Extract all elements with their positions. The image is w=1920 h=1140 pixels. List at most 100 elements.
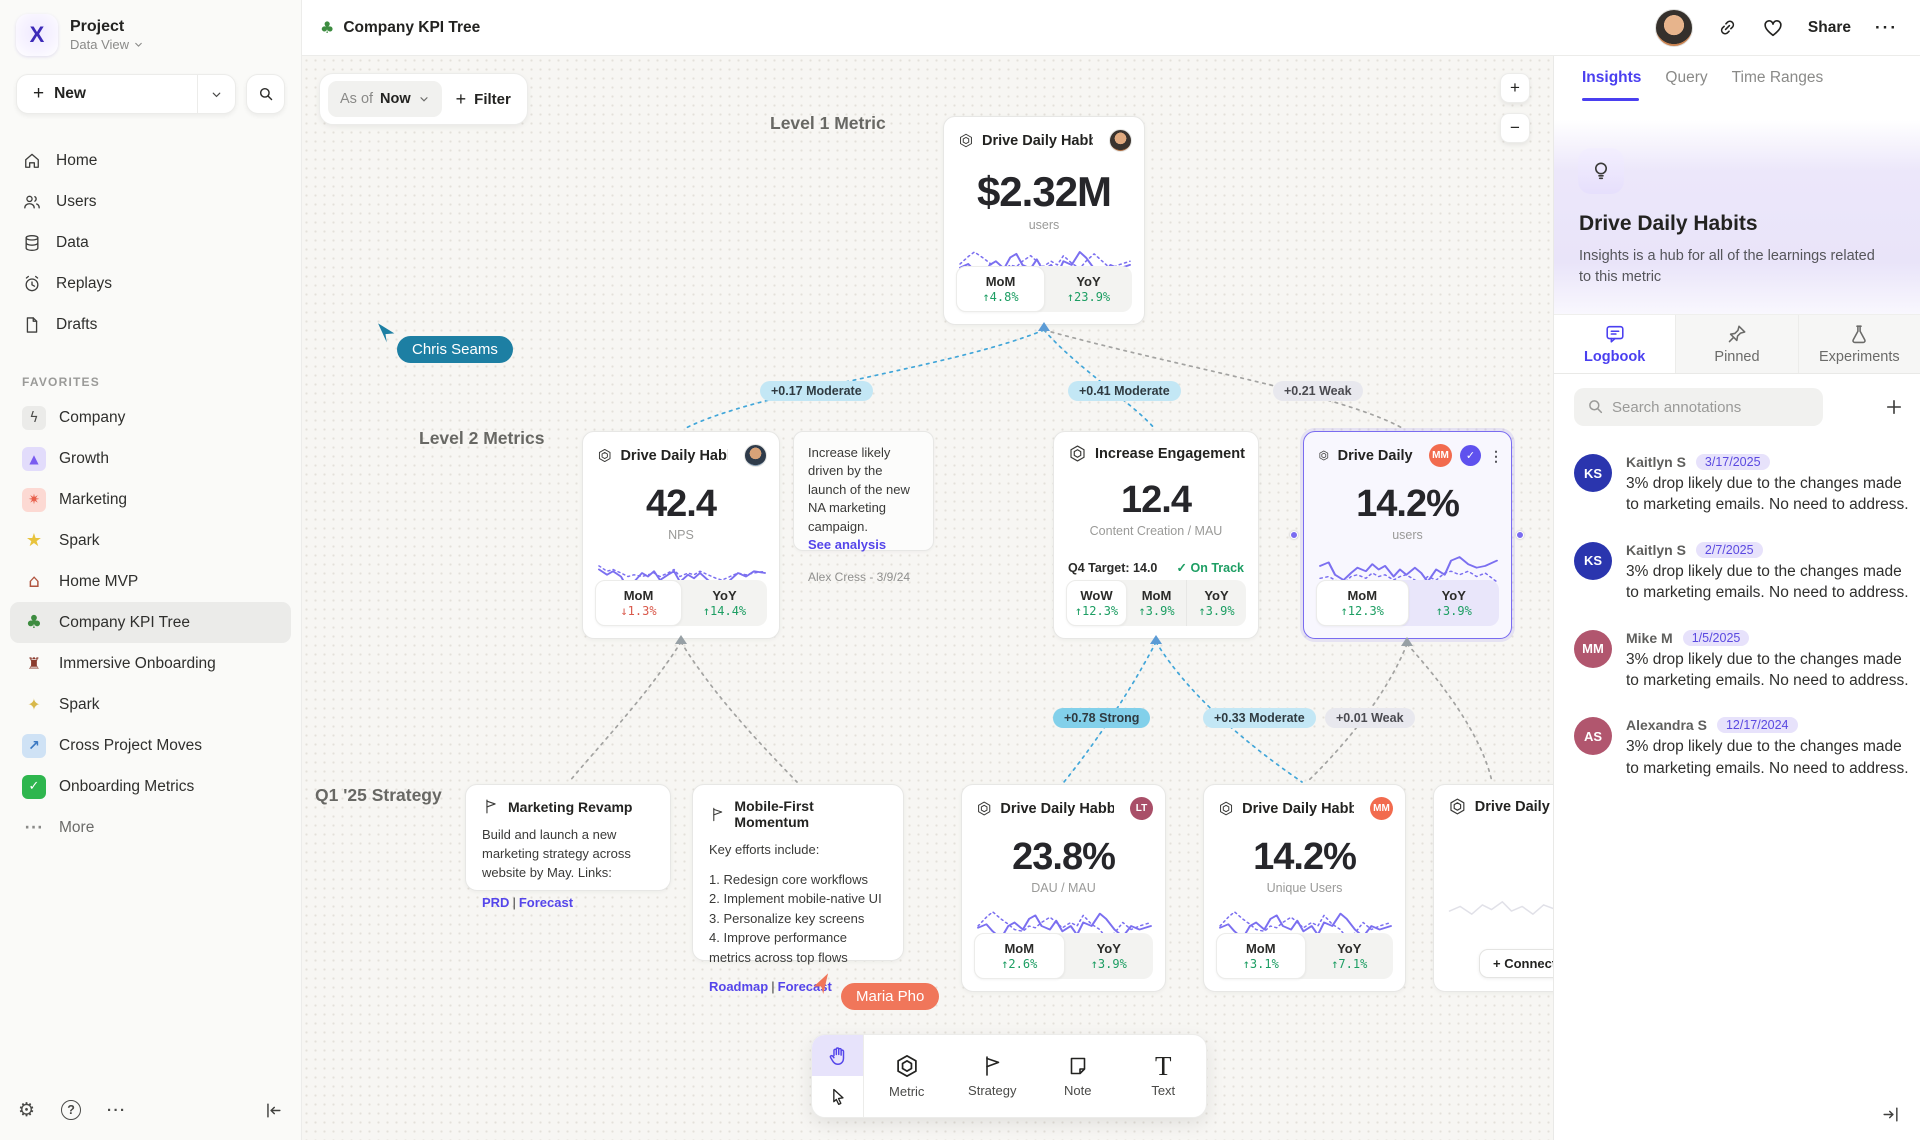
sidebar-item-users[interactable]: Users — [10, 181, 291, 222]
settings-gear-icon[interactable]: ⚙ — [18, 1099, 35, 1121]
metric-card-selected[interactable]: Drive Daily Habb.. MM ✓ ⋮ 14.2% users — [1303, 431, 1512, 639]
yoy-delta[interactable]: YoY ↑14.4% — [682, 580, 767, 626]
as-of-dropdown[interactable]: As of Now — [328, 81, 442, 117]
more-options-icon[interactable]: ··· — [1875, 18, 1898, 38]
sidebar-item-company-kpi-tree[interactable]: ♣ Company KPI Tree — [10, 602, 291, 643]
subtab-logbook[interactable]: Logbook — [1554, 315, 1675, 373]
mom-delta[interactable]: MoM ↑2.6% — [974, 933, 1065, 979]
panel-description: Insights is a hub for all of the learnin… — [1579, 246, 1879, 288]
metric-card-nps[interactable]: Drive Daily Habbits 42.4 NPS MoM ↓1.3% — [582, 431, 780, 639]
metric-card-dau[interactable]: Drive Daily Habbits LT 23.8% DAU / MAU M… — [961, 784, 1166, 992]
prd-link[interactable]: PRD — [482, 895, 509, 910]
yoy-delta[interactable]: YoY ↑23.9% — [1045, 266, 1132, 312]
see-analysis-link[interactable]: See analysis — [808, 536, 919, 554]
sidebar-item-home-mvp[interactable]: ⌂ Home MVP — [10, 561, 291, 602]
subtab-experiments[interactable]: Experiments — [1798, 315, 1920, 373]
collapse-sidebar-icon[interactable] — [264, 1101, 283, 1120]
mom-delta[interactable]: MoM ↑4.8% — [956, 266, 1045, 312]
rocket-icon: ▲ — [22, 447, 46, 471]
yoy-delta[interactable]: YoY ↑3.9% — [1065, 933, 1154, 979]
tab-time-ranges[interactable]: Time Ranges — [1732, 69, 1824, 101]
metric-unit: Content Creation / MAU — [1054, 524, 1258, 538]
sidebar-item-growth[interactable]: ▲ Growth — [10, 438, 291, 479]
owner-avatar[interactable] — [744, 444, 767, 467]
tab-query[interactable]: Query — [1665, 69, 1707, 101]
card-menu-icon[interactable]: ⋮ — [1489, 453, 1499, 459]
sidebar-item-replays[interactable]: Replays — [10, 263, 291, 304]
metric-tool-button[interactable]: Metric — [864, 1035, 950, 1117]
annotation-item[interactable]: KS Kaitlyn S 2/7/2025 3% drop likely due… — [1574, 542, 1906, 604]
yoy-delta[interactable]: YoY ↑7.1% — [1306, 933, 1394, 979]
sidebar-item-data[interactable]: Data — [10, 222, 291, 263]
kpi-tree-canvas[interactable]: As of Now + Filter + − Level 1 Metric Le… — [302, 56, 1553, 1140]
yoy-delta[interactable]: YoY ↑3.9% — [1409, 580, 1500, 626]
strategy-card-marketing-revamp[interactable]: Marketing Revamp Build and launch a new … — [465, 784, 671, 891]
strategy-flag-icon — [482, 798, 499, 815]
mom-delta[interactable]: MoM ↓1.3% — [595, 580, 682, 626]
add-annotation-icon[interactable] — [1884, 397, 1904, 417]
roadmap-link[interactable]: Roadmap — [709, 979, 768, 994]
connect-button[interactable]: + Connect — [1479, 949, 1553, 978]
strategy-card-mobile-first[interactable]: Mobile-First Momentum Key efforts includ… — [692, 784, 904, 961]
tab-insights[interactable]: Insights — [1582, 69, 1641, 101]
sidebar-item-drafts[interactable]: Drafts — [10, 304, 291, 345]
collaborator-cursor-label: Maria Pho — [841, 983, 939, 1010]
share-button[interactable]: Share — [1808, 19, 1851, 37]
zoom-in-button[interactable]: + — [1500, 73, 1530, 103]
metric-value: 12.4 — [1054, 479, 1258, 522]
user-avatar[interactable] — [1655, 9, 1693, 47]
selection-handle[interactable] — [1516, 531, 1524, 539]
annotation-item[interactable]: MM Mike M 1/5/2025 3% drop likely due to… — [1574, 630, 1906, 692]
sidebar-item-cross-project-moves[interactable]: ↗ Cross Project Moves — [10, 725, 291, 766]
select-tool-button[interactable] — [812, 1076, 863, 1117]
collaborator-cursor-icon — [810, 970, 836, 996]
sidebar-item-home[interactable]: Home — [10, 140, 291, 181]
sidebar-item-onboarding-metrics[interactable]: ✓ Onboarding Metrics — [10, 766, 291, 807]
sidebar-item-marketing[interactable]: ✷ Marketing — [10, 479, 291, 520]
panel-metric-title: Drive Daily Habits — [1579, 212, 1758, 236]
project-view-switcher[interactable]: Data View — [70, 37, 144, 52]
forecast-link[interactable]: Forecast — [519, 895, 573, 910]
annotation-search-input[interactable] — [1574, 388, 1823, 426]
sidebar-item-spark[interactable]: ★ Spark — [10, 520, 291, 561]
help-icon[interactable]: ? — [61, 1100, 81, 1120]
yoy-delta[interactable]: YoY ↑3.9% — [1186, 580, 1246, 626]
new-button[interactable]: + New — [16, 74, 236, 114]
metric-card-unique-users[interactable]: Drive Daily Habbits MM 14.2% Unique User… — [1203, 784, 1406, 992]
collapse-panel-icon[interactable] — [1881, 1105, 1900, 1124]
lightbulb-icon — [1589, 159, 1613, 183]
note-tool-button[interactable]: Note — [1035, 1035, 1121, 1117]
text-tool-button[interactable]: T Text — [1121, 1035, 1207, 1117]
filter-button[interactable]: + Filter — [456, 89, 511, 110]
hand-tool-button[interactable] — [812, 1035, 863, 1076]
mom-delta[interactable]: MoM ↑3.9% — [1127, 580, 1186, 626]
sidebar-item-spark-2[interactable]: ✦ Spark — [10, 684, 291, 725]
sidebar-item-immersive-onboarding[interactable]: ♜ Immersive Onboarding — [10, 643, 291, 684]
favorite-heart-icon[interactable] — [1762, 17, 1784, 39]
owner-initials-badge[interactable]: MM — [1370, 797, 1393, 820]
note-card[interactable]: Increase likely driven by the launch of … — [793, 431, 934, 551]
owner-initials-badge[interactable]: MM — [1429, 444, 1452, 467]
owner-avatar[interactable] — [1109, 129, 1132, 152]
mom-delta[interactable]: MoM ↑3.1% — [1216, 933, 1306, 979]
subtab-pinned[interactable]: Pinned — [1675, 315, 1797, 373]
edge-strength-badge: +0.78 Strong — [1053, 708, 1150, 728]
sidebar-more-icon[interactable]: ··· — [107, 1102, 127, 1119]
metric-card-level1[interactable]: Drive Daily Habbits $2.32M users MoM ↑4.… — [943, 116, 1145, 325]
owner-initials-badge[interactable]: LT — [1130, 797, 1153, 820]
sidebar-item-company[interactable]: ϟ Company — [10, 397, 291, 438]
strategy-tool-button[interactable]: Strategy — [950, 1035, 1036, 1117]
search-button[interactable] — [246, 74, 285, 114]
annotation-item[interactable]: AS Alexandra S 12/17/2024 3% drop likely… — [1574, 717, 1906, 779]
sidebar-item-more[interactable]: ··· More — [10, 807, 291, 848]
mom-delta[interactable]: MoM ↑12.3% — [1316, 580, 1409, 626]
wow-delta[interactable]: WoW ↑12.3% — [1066, 580, 1127, 626]
project-logo[interactable]: X — [16, 14, 58, 56]
new-dropdown-button[interactable] — [197, 75, 235, 113]
link-icon[interactable] — [1717, 17, 1738, 38]
metric-card-engagement[interactable]: Increase Engagement 12.4 Content Creatio… — [1053, 431, 1259, 639]
zoom-out-button[interactable]: − — [1500, 113, 1530, 143]
collaborator-cursor-label: Chris Seams — [397, 336, 513, 363]
selection-handle[interactable] — [1290, 531, 1298, 539]
annotation-item[interactable]: KS Kaitlyn S 3/17/2025 3% drop likely du… — [1574, 454, 1906, 516]
